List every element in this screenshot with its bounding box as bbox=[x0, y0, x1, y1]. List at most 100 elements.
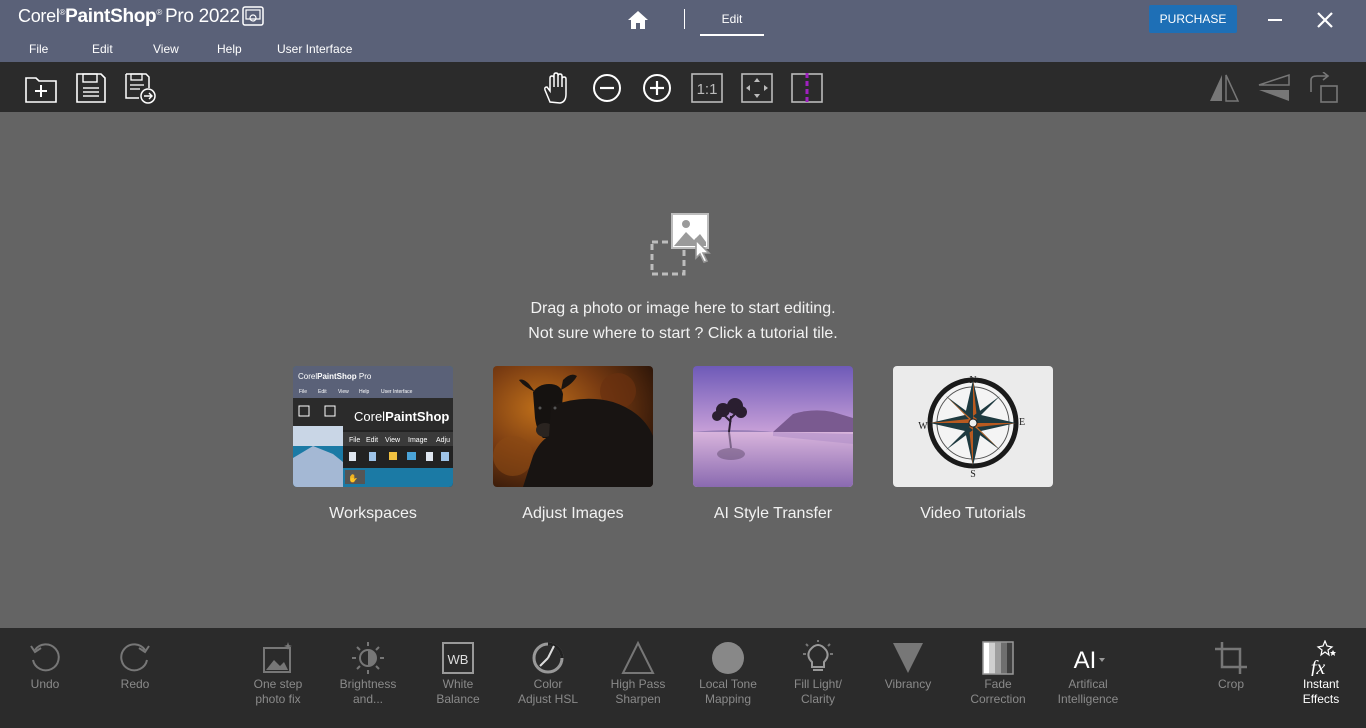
undo-label: Undo bbox=[30, 677, 60, 691]
svg-text:View: View bbox=[385, 437, 401, 444]
tab-edit[interactable]: Edit bbox=[700, 6, 764, 36]
tile-label-video-tutorials[interactable]: Video Tutorials bbox=[873, 505, 1073, 523]
fit-to-window-icon[interactable] bbox=[740, 72, 774, 104]
close-icon[interactable] bbox=[1315, 10, 1335, 30]
svg-text:E: E bbox=[1019, 417, 1025, 428]
tile-label-workspaces[interactable]: Workspaces bbox=[273, 505, 473, 523]
rotate-icon[interactable] bbox=[1307, 72, 1341, 104]
svg-text:CorelPaintShop Pro: CorelPaintShop Pro bbox=[298, 372, 372, 381]
one-step-label-2: photo fix bbox=[255, 692, 301, 706]
instant-effects-label-2: Effects bbox=[1302, 692, 1340, 706]
svg-text:File: File bbox=[349, 437, 360, 444]
white-balance-label-1: White bbox=[442, 677, 474, 691]
instant-effects-button[interactable]: fx Instant Effects bbox=[1276, 640, 1366, 720]
ai-icon: AI bbox=[1074, 647, 1105, 674]
brightness-button[interactable]: Brightness and... bbox=[323, 640, 413, 720]
fade-label-2: Correction bbox=[970, 692, 1026, 706]
instant-effects-icon: fx bbox=[1311, 640, 1336, 676]
tile-workspaces[interactable]: CorelPaintShop Pro File Edit View Help U… bbox=[293, 366, 453, 487]
tone-mapping-icon bbox=[712, 642, 744, 674]
sharpen-label-2: Sharpen bbox=[615, 692, 661, 706]
tile-video-tutorials[interactable]: N E S W bbox=[893, 366, 1053, 487]
toolbar: 1:1 bbox=[0, 62, 1366, 112]
fade-correction-button[interactable]: Fade Correction bbox=[953, 640, 1043, 720]
crop-button[interactable]: Crop bbox=[1186, 640, 1276, 720]
redo-button[interactable]: Redo bbox=[90, 640, 180, 720]
artificial-intelligence-button[interactable]: AI Artifical Intelligence bbox=[1043, 640, 1133, 720]
svg-text:N: N bbox=[969, 375, 976, 386]
hsl-label-2: Adjust HSL bbox=[517, 692, 579, 706]
menu-user-interface[interactable]: User Interface bbox=[277, 42, 352, 56]
purchase-button[interactable]: PURCHASE bbox=[1149, 5, 1237, 33]
fill-light-label-1: Fill Light/ bbox=[793, 677, 843, 691]
ai-label-2: Intelligence bbox=[1057, 692, 1119, 706]
svg-text:S: S bbox=[970, 469, 976, 480]
brightness-icon bbox=[352, 642, 384, 674]
home-icon[interactable] bbox=[627, 10, 649, 30]
fill-light-icon bbox=[803, 640, 833, 671]
tile-ai-style-transfer[interactable] bbox=[693, 366, 853, 487]
lake-tree-photo bbox=[693, 366, 853, 487]
svg-text:WB: WB bbox=[448, 652, 469, 667]
menu-file[interactable]: File bbox=[29, 42, 48, 56]
svg-text:View: View bbox=[338, 389, 349, 395]
tone-mapping-label-2: Mapping bbox=[704, 692, 752, 706]
svg-text:Image: Image bbox=[408, 437, 428, 444]
main-canvas[interactable] bbox=[0, 112, 1366, 628]
zoom-in-icon[interactable] bbox=[640, 72, 674, 104]
photo-app-icon bbox=[242, 6, 264, 26]
save-icon[interactable] bbox=[74, 72, 108, 104]
white-balance-button[interactable]: WB White Balance bbox=[413, 640, 503, 720]
svg-text:✋: ✋ bbox=[348, 473, 358, 483]
one-step-label-1: One step bbox=[253, 677, 303, 691]
fill-light-clarity-button[interactable]: Fill Light/ Clarity bbox=[773, 640, 863, 720]
brightness-label-1: Brightness bbox=[339, 677, 397, 691]
vibrancy-icon bbox=[893, 643, 923, 673]
title-bar: Corel®PaintShop® Pro 2022 Edit PURCHASE F… bbox=[0, 0, 1366, 62]
color-adjust-hsl-button[interactable]: Color Adjust HSL bbox=[503, 640, 593, 720]
fade-correction-icon bbox=[982, 641, 1014, 675]
menu-edit[interactable]: Edit bbox=[92, 42, 113, 56]
undo-button[interactable]: Undo bbox=[0, 640, 90, 720]
menu-help[interactable]: Help bbox=[217, 42, 242, 56]
redo-label: Redo bbox=[120, 677, 150, 691]
crop-label: Crop bbox=[1217, 677, 1244, 691]
flip-horizontal-icon[interactable] bbox=[1207, 72, 1241, 104]
actual-size-icon[interactable]: 1:1 bbox=[690, 72, 724, 104]
one-step-photo-fix-button[interactable]: One step photo fix bbox=[233, 640, 323, 720]
brightness-label-2: and... bbox=[352, 692, 384, 706]
perspective-icon[interactable] bbox=[1257, 72, 1291, 104]
sharpen-label-1: High Pass bbox=[610, 677, 666, 691]
tile-adjust-images[interactable] bbox=[493, 366, 653, 487]
pan-hand-icon[interactable] bbox=[540, 72, 574, 104]
tile-label-ai-style-transfer[interactable]: AI Style Transfer bbox=[673, 505, 873, 523]
hsl-icon bbox=[532, 642, 564, 674]
fill-light-label-2: Clarity bbox=[800, 692, 835, 706]
tile-label-adjust-images[interactable]: Adjust Images bbox=[473, 505, 673, 523]
high-pass-sharpen-button[interactable]: High Pass Sharpen bbox=[593, 640, 683, 720]
drop-image-icon bbox=[650, 213, 711, 276]
crop-icon bbox=[1215, 642, 1247, 674]
svg-text:1:1: 1:1 bbox=[697, 81, 718, 98]
app-logo: Corel®PaintShop® Pro 2022 bbox=[18, 6, 240, 27]
tutorial-hint-text: Not sure where to start ? Click a tutori… bbox=[528, 325, 838, 342]
tone-mapping-label-1: Local Tone bbox=[699, 677, 757, 691]
local-tone-mapping-button[interactable]: Local Tone Mapping bbox=[683, 640, 773, 720]
tab-separator bbox=[684, 9, 685, 29]
save-as-icon[interactable] bbox=[124, 72, 158, 104]
instant-effects-label-1: Instant bbox=[1302, 677, 1340, 691]
svg-text:CorelPaintShop P: CorelPaintShop P bbox=[354, 409, 453, 424]
vibrancy-button[interactable]: Vibrancy bbox=[863, 640, 953, 720]
menu-view[interactable]: View bbox=[153, 42, 179, 56]
compass-image: N E S W bbox=[893, 366, 1053, 487]
one-step-fix-icon bbox=[263, 642, 292, 673]
drop-instruction-text: Drag a photo or image here to start edit… bbox=[530, 300, 836, 317]
svg-text:Edit: Edit bbox=[318, 389, 327, 395]
new-file-icon[interactable] bbox=[24, 72, 58, 104]
svg-text:Edit: Edit bbox=[366, 437, 378, 444]
zoom-out-icon[interactable] bbox=[590, 72, 624, 104]
split-compare-icon[interactable] bbox=[790, 72, 824, 104]
minimize-icon[interactable] bbox=[1265, 8, 1285, 28]
svg-text:File: File bbox=[299, 389, 307, 395]
redo-icon bbox=[120, 643, 150, 672]
